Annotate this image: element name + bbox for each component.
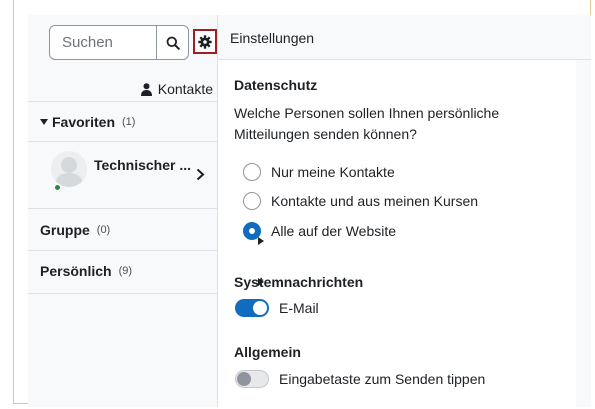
toggle-knob bbox=[253, 301, 267, 315]
section-favorites[interactable]: Favoriten (1) bbox=[28, 101, 218, 141]
radio-button[interactable] bbox=[243, 192, 261, 210]
contacts-label: Kontakte bbox=[157, 81, 213, 97]
user-icon bbox=[140, 82, 152, 96]
section-personal-count: (9) bbox=[118, 265, 133, 277]
radio-option-contacts-and-courses[interactable]: Kontakte und aus meinen Kursen bbox=[243, 192, 478, 210]
search-icon bbox=[166, 36, 180, 50]
chevron-right-icon bbox=[196, 168, 205, 181]
toggle-knob bbox=[237, 372, 251, 386]
email-toggle-row[interactable]: E-Mail bbox=[235, 299, 319, 317]
contact-name: Technischer ... bbox=[94, 157, 191, 173]
section-personal[interactable]: Persönlich (9) bbox=[28, 250, 264, 294]
search-input[interactable] bbox=[50, 26, 156, 59]
section-personal-label: Persönlich bbox=[40, 263, 112, 279]
section-group-label: Gruppe bbox=[40, 222, 90, 238]
email-toggle-label: E-Mail bbox=[279, 300, 319, 316]
privacy-heading: Datenschutz bbox=[234, 77, 318, 93]
online-status-dot bbox=[54, 184, 61, 191]
settings-button[interactable] bbox=[193, 29, 217, 54]
page-title: Einstellungen bbox=[230, 30, 315, 46]
radio-label: Nur meine Kontakte bbox=[271, 164, 395, 180]
email-toggle[interactable] bbox=[235, 299, 269, 317]
radio-button-checked[interactable] bbox=[243, 222, 261, 240]
radio-option-everyone[interactable]: Alle auf der Website bbox=[243, 222, 396, 240]
radio-option-contacts-only[interactable]: Nur meine Kontakte bbox=[243, 163, 395, 181]
general-heading: Allgemein bbox=[234, 344, 301, 360]
section-group-header[interactable]: Gruppe (0) bbox=[40, 222, 264, 245]
radio-label: Alle auf der Website bbox=[271, 223, 397, 239]
section-group[interactable]: Gruppe (0) bbox=[28, 208, 264, 250]
enter-to-send-toggle-row[interactable]: Eingabetaste zum Senden tippen bbox=[235, 370, 485, 388]
settings-scroll-gutter bbox=[576, 60, 591, 407]
radio-button[interactable] bbox=[243, 163, 261, 181]
avatar bbox=[51, 151, 87, 187]
gear-icon bbox=[198, 34, 212, 49]
section-group-count: (0) bbox=[96, 224, 111, 236]
radio-label: Kontakte und aus meinen Kursen bbox=[271, 193, 479, 209]
notifications-heading: Systemnachrichten bbox=[234, 274, 364, 290]
enter-to-send-label: Eingabetaste zum Senden tippen bbox=[279, 371, 486, 387]
contacts-link[interactable]: Kontakte bbox=[40, 79, 213, 99]
privacy-question: Welche Personen sollen Ihnen persönliche… bbox=[234, 105, 500, 142]
section-favorites-header[interactable]: Favoriten (1) bbox=[40, 114, 135, 130]
search-button[interactable] bbox=[156, 26, 188, 59]
section-personal-header[interactable]: Persönlich (9) bbox=[40, 263, 264, 286]
default-avatar-icon bbox=[51, 151, 87, 187]
section-favorites-count: (1) bbox=[122, 116, 136, 128]
enter-to-send-toggle[interactable] bbox=[235, 370, 269, 388]
caret-down-icon bbox=[40, 119, 48, 125]
section-favorites-label: Favoriten bbox=[52, 114, 116, 130]
search-box bbox=[49, 25, 189, 60]
